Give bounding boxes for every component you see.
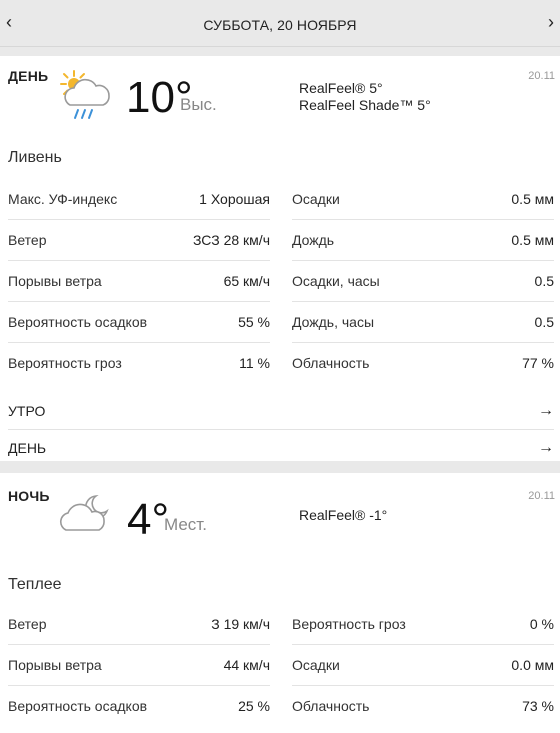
detail-row: Осадки 0.5 мм: [292, 179, 554, 220]
detail-row: Дождь, часы 0.5: [292, 302, 554, 343]
night-details-left-column: Ветер З 19 км/ч Порывы ветра 44 км/ч Вероя…: [8, 604, 270, 726]
day-forecast-card: ДЕНЬ 20.11 10° Выс. RealFeel® 5° RealFee…: [0, 56, 560, 461]
night-realfeel: RealFeel® -1°: [299, 507, 388, 523]
detail-value: 0.5 мм: [511, 191, 554, 207]
detail-value: 1 Хорошая: [199, 191, 270, 207]
detail-value: 25 %: [238, 698, 270, 714]
detail-value: 11 %: [239, 355, 270, 371]
detail-key: Облачность: [292, 698, 370, 714]
night-label: НОЧЬ: [8, 488, 50, 504]
detail-row: Вероятность осадков 25 %: [8, 686, 270, 726]
detail-key: Ветер: [8, 616, 47, 632]
day-realfeel-shade: RealFeel Shade™ 5°: [299, 97, 431, 113]
detail-key: Осадки: [292, 191, 340, 207]
detail-row: Макс. УФ-индекс 1 Хорошая: [8, 179, 270, 220]
night-date-short: 20.11: [528, 490, 555, 502]
day-realfeel: RealFeel® 5°: [299, 80, 383, 96]
detail-row: Осадки 0.0 мм: [292, 645, 554, 686]
arrow-right-icon: →: [538, 439, 554, 456]
detail-value: 0.0 мм: [511, 657, 554, 673]
detail-value: ЗСЗ 28 км/ч: [193, 232, 270, 248]
detail-row: Облачность 73 %: [292, 686, 554, 726]
detail-value: 55 %: [238, 314, 270, 330]
detail-row: Вероятность гроз 11 %: [8, 343, 270, 383]
detail-row: Порывы ветра 44 км/ч: [8, 645, 270, 686]
detail-key: Дождь: [292, 232, 335, 248]
detail-value: 0.5: [534, 273, 554, 289]
detail-key: Дождь, часы: [292, 314, 375, 330]
day-link[interactable]: ДЕНЬ →: [8, 430, 554, 466]
sun-cloud-rain-icon: [60, 70, 110, 119]
detail-key: Осадки: [292, 657, 340, 673]
night-phrase: Теплее: [8, 576, 62, 593]
detail-value: З 19 км/ч: [211, 616, 270, 632]
detail-row: Ветер ЗСЗ 28 км/ч: [8, 220, 270, 261]
detail-key: Ветер: [8, 232, 47, 248]
page-date-title: СУББОТА, 20 НОЯБРЯ: [203, 17, 357, 33]
day-period-links: УТРО → ДЕНЬ →: [8, 393, 554, 466]
detail-key: Порывы ветра: [8, 273, 102, 289]
detail-value: 77 %: [522, 355, 554, 371]
morning-link-label: УТРО: [8, 403, 46, 419]
detail-value: 0 %: [529, 616, 554, 632]
night-forecast-card: НОЧЬ 20.11 4° Мест. RealFeel® -1° Теплее…: [0, 473, 560, 733]
day-link-label: ДЕНЬ: [8, 440, 47, 456]
detail-key: Вероятность осадков: [8, 314, 148, 330]
day-details-left-column: Макс. УФ-индекс 1 Хорошая Ветер ЗСЗ 28 км/…: [8, 179, 270, 383]
detail-key: Порывы ветра: [8, 657, 102, 673]
detail-key: Облачность: [292, 355, 370, 371]
night-details-right-column: Вероятность гроз 0 % Осадки 0.0 мм Облачно…: [292, 604, 554, 726]
day-date-short: 20.11: [528, 70, 555, 82]
detail-row: Вероятность осадков 55 %: [8, 302, 270, 343]
detail-row: Облачность 77 %: [292, 343, 554, 383]
moon-cloud-icon: [60, 495, 109, 531]
detail-row: Порывы ветра 65 км/ч: [8, 261, 270, 302]
detail-key: Макс. УФ-индекс: [8, 191, 118, 207]
night-temperature: 4°: [127, 495, 170, 544]
night-temperature-kind: Мест.: [164, 515, 207, 534]
day-temperature-kind: Выс.: [180, 95, 217, 114]
day-details-right-column: Осадки 0.5 мм Дождь 0.5 мм Осадки, часы 0.5…: [292, 179, 554, 383]
detail-value: 0.5 мм: [511, 232, 554, 248]
detail-row: Осадки, часы 0.5: [292, 261, 554, 302]
arrow-right-icon: →: [538, 402, 554, 419]
morning-link[interactable]: УТРО →: [8, 393, 554, 430]
day-label: ДЕНЬ: [8, 68, 49, 84]
detail-value: 44 км/ч: [223, 657, 270, 673]
detail-row: Дождь 0.5 мм: [292, 220, 554, 261]
detail-row: Ветер З 19 км/ч: [8, 604, 270, 645]
detail-value: 0.5: [534, 314, 554, 330]
detail-key: Вероятность гроз: [8, 355, 122, 371]
day-phrase: Ливень: [8, 149, 62, 166]
detail-key: Вероятность осадков: [8, 698, 148, 714]
next-day-chevron-icon[interactable]: ›: [548, 12, 554, 33]
detail-value: 65 км/ч: [223, 273, 270, 289]
detail-key: Вероятность гроз: [292, 616, 406, 632]
detail-row: Вероятность гроз 0 %: [292, 604, 554, 645]
detail-value: 73 %: [522, 698, 554, 714]
detail-key: Осадки, часы: [292, 273, 380, 289]
date-navigation-bar: ‹ СУББОТА, 20 НОЯБРЯ ›: [0, 0, 560, 47]
